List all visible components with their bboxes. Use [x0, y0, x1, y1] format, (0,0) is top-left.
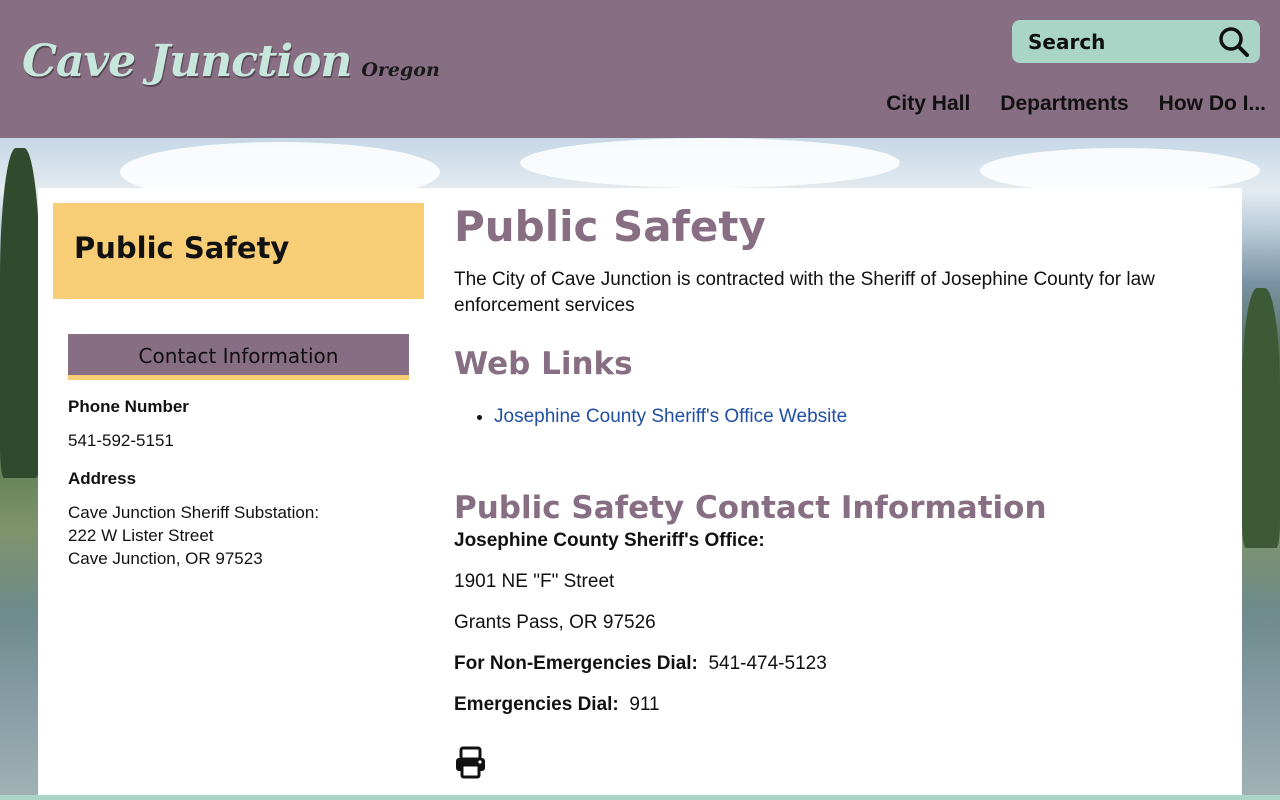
non-emergency-line: For Non-Emergencies Dial: 541-474-5123	[454, 653, 827, 675]
sidebar-title: Public Safety	[74, 231, 290, 265]
tree-shape	[0, 148, 40, 478]
contact-info-heading: Contact Information	[68, 334, 409, 380]
phone-label: Phone Number	[68, 397, 189, 416]
content-card: Public Safety Contact Information Phone …	[38, 188, 1242, 795]
contact-heading: Public Safety Contact Information	[454, 490, 1047, 526]
site-header: Cave Junction Oregon City Hall Departmen…	[0, 0, 1280, 138]
address-line-2: 222 W Lister Street	[68, 526, 214, 545]
logo-sub-text: Oregon	[361, 59, 440, 81]
list-item: Josephine County Sheriff's Office Websit…	[494, 406, 847, 428]
tree-shape	[1242, 288, 1280, 548]
office-street: 1901 NE "F" Street	[454, 571, 615, 592]
main-nav: City Hall Departments How Do I...	[886, 92, 1266, 116]
emergency-label: Emergencies Dial:	[454, 694, 619, 715]
phone-number: 541-592-5151	[68, 431, 174, 450]
emergency-number: 911	[629, 694, 660, 715]
sheriff-website-link[interactable]: Josephine County Sheriff's Office Websit…	[494, 406, 847, 427]
bottom-bar	[0, 795, 1280, 800]
intro-text: The City of Cave Junction is contracted …	[454, 269, 1155, 316]
office-name: Josephine County Sheriff's Office:	[454, 530, 765, 552]
site-logo[interactable]: Cave Junction Oregon	[22, 36, 440, 87]
web-links-heading: Web Links	[454, 346, 633, 382]
print-icon[interactable]	[454, 746, 487, 780]
office-city: Grants Pass, OR 97526	[454, 612, 656, 633]
emergency-line: Emergencies Dial: 911	[454, 694, 660, 716]
address-line-3: Cave Junction, OR 97523	[68, 549, 263, 568]
web-links-list: Josephine County Sheriff's Office Websit…	[494, 406, 847, 428]
cloud-shape	[520, 138, 900, 188]
nav-item-city-hall[interactable]: City Hall	[886, 92, 970, 116]
search-box	[1012, 20, 1260, 63]
sidebar-title-box: Public Safety	[53, 203, 424, 299]
search-icon[interactable]	[1218, 26, 1250, 58]
nav-item-departments[interactable]: Departments	[1000, 92, 1128, 116]
office-name-text: Josephine County Sheriff's Office:	[454, 530, 765, 551]
contact-info-heading-text: Contact Information	[138, 344, 339, 368]
search-input[interactable]	[1028, 29, 1218, 54]
logo-main-text: Cave Junction	[22, 36, 352, 87]
address-line-1: Cave Junction Sheriff Substation:	[68, 503, 320, 522]
non-emergency-label: For Non-Emergencies Dial:	[454, 653, 698, 674]
page-title: Public Safety	[454, 202, 766, 251]
address-label: Address	[68, 469, 137, 488]
non-emergency-number: 541-474-5123	[708, 653, 827, 674]
cloud-shape	[980, 148, 1260, 193]
nav-item-how-do-i[interactable]: How Do I...	[1159, 92, 1266, 116]
